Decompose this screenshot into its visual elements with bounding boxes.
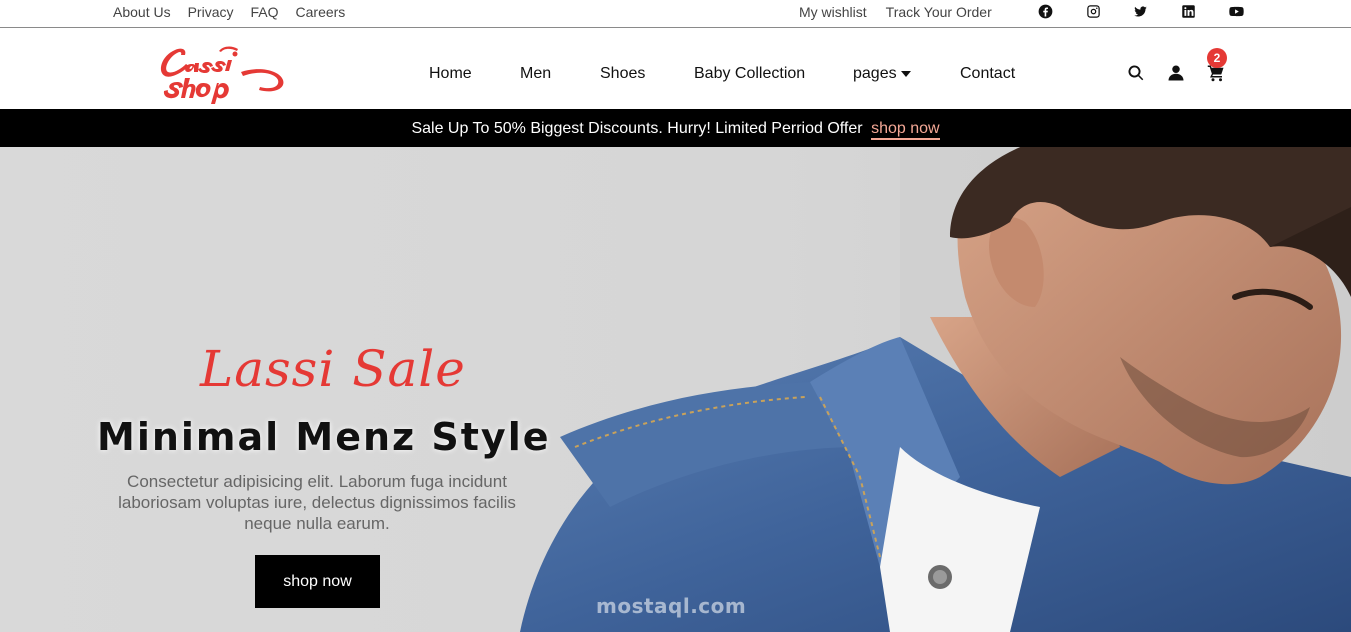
utility-right-links: My wishlist Track Your Order [799, 4, 992, 20]
twitter-icon[interactable] [1132, 3, 1148, 19]
facebook-icon[interactable] [1037, 3, 1053, 19]
hero-title: Minimal Menz Style [97, 415, 551, 459]
announcement-bar: Sale Up To 50% Biggest Discounts. Hurry!… [0, 109, 1351, 147]
hero-script-title: Lassi Sale [200, 340, 466, 398]
nav-baby-collection[interactable]: Baby Collection [694, 65, 805, 83]
main-navbar: Home Men Shoes Baby Collection pages Con… [0, 29, 1351, 109]
utility-bar: About Us Privacy FAQ Careers My wishlist… [0, 0, 1351, 28]
wishlist-link[interactable]: My wishlist [799, 4, 867, 20]
nav-pages-dropdown[interactable]: pages [853, 65, 911, 83]
hero-description: Consectetur adipisicing elit. Laborum fu… [118, 472, 516, 533]
faq-link[interactable]: FAQ [251, 4, 279, 20]
mostaql-watermark: mostaql.com [596, 594, 747, 618]
user-icon[interactable] [1166, 63, 1186, 83]
nav-men[interactable]: Men [520, 65, 551, 83]
nav-pages-label: pages [853, 65, 897, 82]
caret-down-icon [900, 70, 911, 77]
about-us-link[interactable]: About Us [113, 4, 171, 20]
instagram-icon[interactable] [1085, 3, 1101, 19]
announcement-shop-now-link[interactable]: shop now [871, 120, 940, 140]
track-order-link[interactable]: Track Your Order [886, 4, 992, 20]
nav-shoes[interactable]: Shoes [600, 65, 645, 83]
lassi-shop-logo[interactable] [155, 42, 287, 104]
search-icon[interactable] [1126, 63, 1146, 83]
privacy-link[interactable]: Privacy [188, 4, 234, 20]
utility-left-links: About Us Privacy FAQ Careers [113, 4, 345, 20]
hero-shop-now-button[interactable]: shop now [255, 555, 380, 608]
cart-count-badge: 2 [1207, 48, 1227, 68]
careers-link[interactable]: Careers [296, 4, 346, 20]
hero-banner: Lassi Sale Minimal Menz Style Consectetu… [0, 147, 1351, 632]
nav-home[interactable]: Home [429, 65, 472, 83]
announcement-text: Sale Up To 50% Biggest Discounts. Hurry!… [411, 120, 863, 137]
linkedin-icon[interactable] [1180, 3, 1196, 19]
nav-contact[interactable]: Contact [960, 65, 1015, 83]
youtube-icon[interactable] [1228, 3, 1244, 19]
